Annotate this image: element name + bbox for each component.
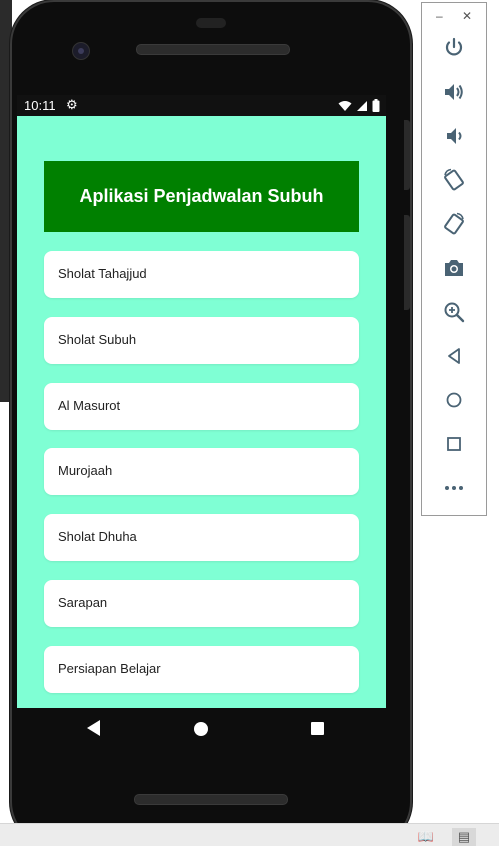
wifi-icon — [338, 100, 352, 111]
zoom-button[interactable] — [434, 295, 474, 329]
more-button[interactable] — [434, 471, 474, 505]
status-bar: 10:11 ⚙ — [17, 95, 386, 116]
list-item-label: Al Masurot — [58, 398, 121, 413]
back-triangle-icon — [448, 348, 460, 364]
list-item[interactable]: Sholat Subuh — [44, 317, 359, 364]
nav-home-icon[interactable] — [194, 722, 208, 736]
list-item-label: Sholat Subuh — [58, 332, 137, 347]
cell-signal-icon — [357, 100, 367, 111]
volume-down-button[interactable] — [434, 119, 474, 153]
front-camera — [72, 42, 90, 60]
zoom-icon — [444, 302, 465, 323]
list-item[interactable]: Sholat Dhuha — [44, 514, 359, 561]
sensor-pill — [196, 18, 226, 28]
minimize-icon[interactable]: – — [436, 9, 443, 23]
volume-down-icon — [447, 128, 462, 144]
rotate-left-button[interactable] — [434, 163, 474, 197]
earpiece-speaker — [136, 44, 290, 55]
nav-recents-icon[interactable] — [311, 722, 324, 735]
home-circle-icon — [446, 392, 462, 408]
app-title-box: Aplikasi Penjadwalan Subuh — [44, 161, 359, 232]
close-icon[interactable]: ✕ — [462, 9, 472, 23]
phone-volume-button — [404, 215, 410, 310]
list-view-icon[interactable]: ▤ — [452, 828, 476, 846]
desktop-status-strip: 📖 ▤ — [0, 823, 499, 846]
overview-button[interactable] — [434, 427, 474, 461]
back-button[interactable] — [434, 339, 474, 373]
volume-up-icon — [445, 84, 463, 100]
settings-gear-icon: ⚙ — [66, 97, 78, 112]
rotate-left-icon — [444, 168, 464, 191]
screenshot-button[interactable] — [434, 251, 474, 285]
list-item-label: Persiapan Belajar — [58, 661, 161, 676]
list-item-label: Murojaah — [58, 463, 113, 478]
status-time: 10:11 — [24, 98, 56, 113]
app-title: Aplikasi Penjadwalan Subuh — [79, 186, 324, 206]
list-item[interactable]: Al Masurot — [44, 383, 359, 430]
bottom-speaker — [134, 794, 288, 805]
emulator-toolbar: – ✕ — [421, 2, 487, 516]
list-item[interactable]: Sarapan — [44, 580, 359, 627]
device-screen: 10:11 ⚙ Aplikasi Penjadwalan Subuh Shola… — [17, 95, 386, 708]
rotate-right-icon — [444, 212, 464, 235]
overview-square-icon — [447, 437, 461, 451]
volume-up-button[interactable] — [434, 75, 474, 109]
list-item-label: Sholat Dhuha — [58, 529, 137, 544]
power-icon — [445, 37, 463, 56]
nav-back-icon[interactable] — [87, 720, 100, 736]
navigation-bar — [17, 708, 386, 750]
more-dots-icon — [445, 486, 463, 490]
home-button[interactable] — [434, 383, 474, 417]
list-item-label: Sholat Tahajjud — [58, 266, 147, 281]
list-item[interactable]: Murojaah — [44, 448, 359, 495]
camera-icon — [445, 260, 463, 276]
list-item-label: Sarapan — [58, 595, 108, 610]
list-item[interactable]: Persiapan Belajar — [44, 646, 359, 693]
list-item[interactable]: Sholat Tahajjud — [44, 251, 359, 298]
phone-side-button — [404, 120, 410, 190]
status-icons — [338, 97, 380, 114]
power-button[interactable] — [434, 31, 474, 65]
rotate-right-button[interactable] — [434, 207, 474, 241]
battery-icon — [372, 99, 380, 112]
book-icon[interactable]: 📖 — [414, 828, 438, 846]
